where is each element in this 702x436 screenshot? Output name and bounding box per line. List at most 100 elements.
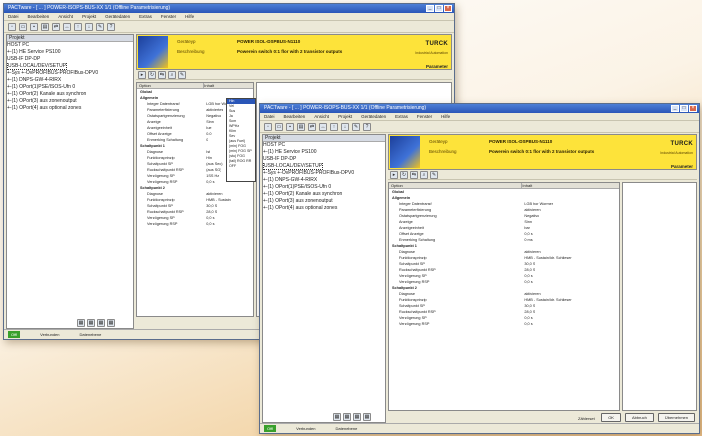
print-icon[interactable]: ▤ bbox=[41, 23, 49, 31]
column-header-content[interactable]: Inhalt bbox=[204, 83, 214, 88]
tree-item[interactable]: +-(1) OPort(4) aus optional zones bbox=[263, 205, 385, 212]
parameter-tab[interactable]: Parameter bbox=[671, 164, 693, 169]
download-icon[interactable]: ↓ bbox=[85, 23, 93, 31]
menu-item[interactable]: Projekt bbox=[82, 13, 96, 20]
tree-item[interactable]: +-Sys +-OvPROFIBUS-PROFIBus-DPV0 bbox=[263, 170, 385, 177]
new-icon[interactable]: ▫ bbox=[8, 23, 16, 31]
tree-item[interactable]: +-Sys +-OvPROFIBUS-PROFIBus-DPV0 bbox=[7, 70, 133, 77]
tree-item[interactable]: USB-LOCAL/DEV/SETUP bbox=[7, 63, 133, 70]
column-header-option[interactable]: Option bbox=[137, 83, 205, 88]
refresh-icon[interactable]: ↻ bbox=[148, 71, 156, 79]
close-icon[interactable]: × bbox=[689, 105, 697, 112]
table-row[interactable]: Verzögerung RSP 0,0 s bbox=[137, 221, 253, 227]
compare-icon[interactable]: ⇆ bbox=[410, 171, 418, 179]
tree-item[interactable]: +-(1) OPort(2) Kanale aus synchron bbox=[7, 91, 133, 98]
disconnect-icon[interactable]: ↔ bbox=[319, 123, 327, 131]
param-value[interactable]: 0,0 s bbox=[522, 321, 532, 327]
upload-icon[interactable]: ↑ bbox=[74, 23, 82, 31]
column-header-option[interactable]: Option bbox=[389, 183, 523, 188]
project-tree[interactable]: Projekt HOST PC +-(1) HE Service PS100 US… bbox=[262, 134, 386, 423]
save-icon[interactable]: ▪ bbox=[30, 23, 38, 31]
pactware-window-front[interactable]: PACTware - [ ... ] POWER-ISOPS-BUS-XX 1/… bbox=[259, 103, 700, 434]
save-icon[interactable]: ▪ bbox=[286, 123, 294, 131]
minimize-icon[interactable]: _ bbox=[426, 5, 434, 12]
disconnect-icon[interactable]: ↔ bbox=[63, 23, 71, 31]
ok-button[interactable]: OK bbox=[601, 413, 621, 422]
tree-tool-icon[interactable]: ▦ bbox=[363, 413, 371, 421]
menu-item[interactable]: Projekt bbox=[338, 113, 352, 120]
minimize-icon[interactable]: _ bbox=[671, 105, 679, 112]
menu-item[interactable]: Bearbeiten bbox=[28, 13, 50, 20]
arrow-icon[interactable]: ▸ bbox=[138, 71, 146, 79]
tree-item[interactable]: USB-IF DP-DP bbox=[263, 156, 385, 163]
tree-item[interactable]: +-(1) HE Service PS100 bbox=[7, 49, 133, 56]
help-icon[interactable]: ? bbox=[363, 123, 371, 131]
tree-item[interactable]: +-(1) DNPS-GW-4-RIRX bbox=[7, 77, 133, 84]
menu-item[interactable]: Gerätedaten bbox=[361, 113, 386, 120]
menu-item[interactable]: Bearbeiten bbox=[284, 113, 306, 120]
refresh-icon[interactable]: ↻ bbox=[400, 171, 408, 179]
open-icon[interactable]: ▭ bbox=[19, 23, 27, 31]
tree-tool-icon[interactable]: ▦ bbox=[107, 319, 115, 327]
new-icon[interactable]: ▫ bbox=[264, 123, 272, 131]
download-icon[interactable]: ↓ bbox=[341, 123, 349, 131]
tree-item[interactable]: +-(1) DNPS-GW-4-RIRX bbox=[263, 177, 385, 184]
upload-icon[interactable]: ↑ bbox=[330, 123, 338, 131]
tree-tool-icon[interactable]: ▦ bbox=[77, 319, 85, 327]
tree-tool-icon[interactable]: ▦ bbox=[333, 413, 341, 421]
menu-item[interactable]: Extras bbox=[395, 113, 408, 120]
connect-icon[interactable]: ⇄ bbox=[308, 123, 316, 131]
apply-button[interactable]: Übernehmen bbox=[657, 413, 695, 422]
menu-item[interactable]: Fenster bbox=[417, 113, 432, 120]
menu-item[interactable]: Ansicht bbox=[58, 13, 73, 20]
title-bar[interactable]: PACTware - [ ... ] POWER-ISOPS-BUS-XX 1/… bbox=[260, 104, 699, 113]
maximize-icon[interactable]: □ bbox=[680, 105, 688, 112]
tree-tool-icon[interactable]: ▦ bbox=[353, 413, 361, 421]
tree-item[interactable]: +-(1) OPort(1)PSE/ISOS-Ufn 0 bbox=[263, 184, 385, 191]
menu-item[interactable]: Hilfe bbox=[441, 113, 450, 120]
tree-tool-icon[interactable]: ▦ bbox=[97, 319, 105, 327]
tree-item[interactable]: +-(1) OPort(3) aus zonenoutput bbox=[263, 198, 385, 205]
table-row[interactable]: Verzögerung RSP 0,0 s bbox=[389, 321, 619, 327]
column-header-content[interactable]: Inhalt bbox=[522, 183, 532, 188]
title-bar[interactable]: PACTware - [ ... ] POWER-ISOPS-BUS-XX 1/… bbox=[4, 4, 454, 13]
tree-item[interactable]: HOST PC bbox=[263, 142, 385, 149]
tree-item[interactable]: USB-LOCAL/DEV/SETUP bbox=[263, 163, 385, 170]
dropdown-option[interactable]: OFF bbox=[227, 164, 255, 169]
tree-tool-icon[interactable]: ▦ bbox=[343, 413, 351, 421]
tree-item[interactable]: +-(1) OPort(2) Kanale aus synchron bbox=[263, 191, 385, 198]
project-tree[interactable]: Projekt HOST PC +-(1) HE Service PS100 US… bbox=[6, 34, 134, 329]
close-icon[interactable]: × bbox=[444, 5, 452, 12]
tool-icon[interactable]: ✎ bbox=[352, 123, 360, 131]
menu-item[interactable]: Fenster bbox=[161, 13, 176, 20]
connect-icon[interactable]: ⇄ bbox=[52, 23, 60, 31]
open-icon[interactable]: ▭ bbox=[275, 123, 283, 131]
menu-item[interactable]: Gerätedaten bbox=[105, 13, 130, 20]
tree-item[interactable]: +-(1) OPort(3) aus zonenoutput bbox=[7, 98, 133, 105]
edit-icon[interactable]: ✎ bbox=[178, 71, 186, 79]
tree-item[interactable]: +-(1) OPort(1)PSE/ISOS-Ufn 0 bbox=[7, 84, 133, 91]
maximize-icon[interactable]: □ bbox=[435, 5, 443, 12]
menu-item[interactable]: Hilfe bbox=[185, 13, 194, 20]
tree-tool-icon[interactable]: ▦ bbox=[87, 319, 95, 327]
edit-icon[interactable]: ✎ bbox=[430, 171, 438, 179]
menu-item[interactable]: Extras bbox=[139, 13, 152, 20]
param-value[interactable]: 0,0 s bbox=[204, 221, 214, 227]
tree-item[interactable]: +-(1) HE Service PS100 bbox=[263, 149, 385, 156]
tree-item[interactable]: HOST PC bbox=[7, 42, 133, 49]
tree-item[interactable]: USB-IF DP-DP bbox=[7, 56, 133, 63]
arrow-icon[interactable]: ▸ bbox=[390, 171, 398, 179]
zoom-icon[interactable]: ⌕ bbox=[168, 71, 176, 79]
parameter-tab[interactable]: Parameter bbox=[426, 64, 448, 69]
parameter-grid[interactable]: Option Inhalt Global Allgemein Integer Date… bbox=[388, 182, 620, 411]
compare-icon[interactable]: ⇆ bbox=[158, 71, 166, 79]
print-icon[interactable]: ▤ bbox=[297, 123, 305, 131]
zoom-icon[interactable]: ⌕ bbox=[420, 171, 428, 179]
menu-item[interactable]: Datei bbox=[8, 13, 19, 20]
menu-item[interactable]: Datei bbox=[264, 113, 275, 120]
tree-item[interactable]: +-(1) OPort(4) aus optional zones bbox=[7, 105, 133, 112]
menu-item[interactable]: Ansicht bbox=[314, 113, 329, 120]
tool-icon[interactable]: ✎ bbox=[96, 23, 104, 31]
help-icon[interactable]: ? bbox=[107, 23, 115, 31]
cancel-button[interactable]: Abbruch bbox=[624, 413, 654, 422]
